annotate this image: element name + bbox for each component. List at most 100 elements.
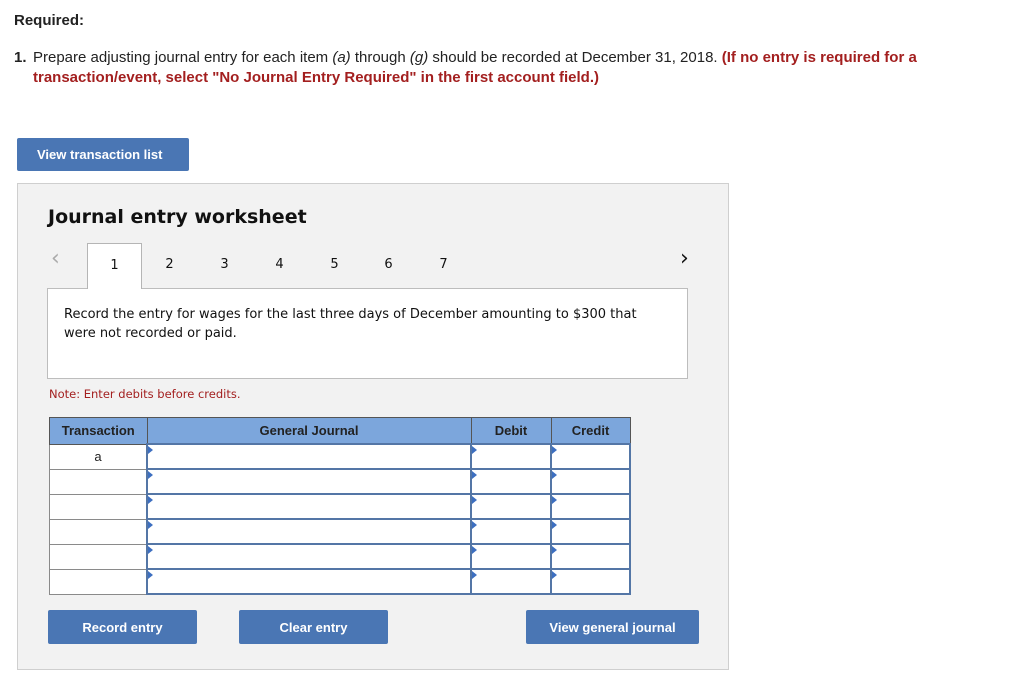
debit-cell (470, 443, 552, 470)
dropdown-marker-icon (148, 446, 153, 454)
account-input[interactable] (148, 545, 470, 568)
dropdown-marker-icon (148, 571, 153, 579)
dropdown-marker-icon (552, 521, 557, 529)
debit-input[interactable] (472, 545, 550, 568)
dropdown-marker-icon (148, 546, 153, 554)
dropdown-marker-icon (472, 546, 477, 554)
dropdown-marker-icon (148, 496, 153, 504)
transaction-cell (49, 543, 148, 570)
view-general-journal-button[interactable]: View general journal (526, 610, 699, 644)
account-cell (146, 543, 472, 570)
debit-cell (470, 518, 552, 545)
credit-input[interactable] (552, 445, 629, 468)
credit-cell (550, 518, 631, 545)
instruction-text: through (350, 49, 410, 66)
instructions: 1. Prepare adjusting journal entry for ea… (14, 48, 1019, 88)
tab-2[interactable]: 2 (142, 243, 197, 289)
chevron-right-icon[interactable]: › (680, 246, 689, 271)
item-a-ref: (a) (332, 49, 351, 66)
transaction-description: Record the entry for wages for the last … (47, 288, 688, 379)
debit-input[interactable] (472, 445, 550, 468)
dropdown-marker-icon (472, 521, 477, 529)
table-header-row: Transaction General Journal Debit Credit (49, 417, 631, 445)
table-row (49, 568, 631, 595)
credit-cell (550, 543, 631, 570)
account-cell (146, 518, 472, 545)
account-cell (146, 468, 472, 495)
dropdown-marker-icon (472, 571, 477, 579)
record-entry-button[interactable]: Record entry (48, 610, 197, 644)
instruction-number: 1. (14, 49, 27, 66)
journal-entry-worksheet: Journal entry worksheet ‹ › 1 2 3 4 5 6 … (17, 183, 729, 670)
tab-6[interactable]: 6 (361, 243, 416, 289)
journal-table: Transaction General Journal Debit Credit… (49, 417, 631, 595)
debit-cell (470, 543, 552, 570)
dropdown-marker-icon (552, 546, 557, 554)
header-general-journal: General Journal (146, 417, 472, 445)
dropdown-marker-icon (148, 521, 153, 529)
transaction-cell: a (49, 443, 148, 470)
dropdown-marker-icon (472, 496, 477, 504)
item-g-ref: (g) (409, 49, 429, 66)
header-transaction: Transaction (49, 417, 148, 445)
instruction-warning-line-2: transaction/event, select "No Journal En… (33, 69, 600, 86)
table-row (49, 468, 631, 495)
dropdown-marker-icon (552, 496, 557, 504)
account-cell (146, 493, 472, 520)
instruction-text: should be recorded at December 31, 2018. (428, 49, 722, 66)
account-input[interactable] (148, 445, 470, 468)
debit-input[interactable] (472, 520, 550, 543)
header-credit: Credit (550, 417, 631, 445)
transaction-cell (49, 468, 148, 495)
clear-entry-button[interactable]: Clear entry (239, 610, 388, 644)
credit-cell (550, 568, 631, 595)
instruction-text: Prepare adjusting journal entry for each… (33, 49, 333, 66)
dropdown-marker-icon (148, 471, 153, 479)
account-input[interactable] (148, 570, 470, 593)
required-heading: Required: (14, 12, 85, 29)
account-cell (146, 443, 472, 470)
tab-3[interactable]: 3 (197, 243, 252, 289)
dropdown-marker-icon (472, 446, 477, 454)
account-input[interactable] (148, 520, 470, 543)
table-row (49, 518, 631, 545)
credit-cell (550, 468, 631, 495)
dropdown-marker-icon (552, 571, 557, 579)
instruction-line-1: 1. Prepare adjusting journal entry for ea… (14, 48, 1019, 68)
chevron-left-icon[interactable]: ‹ (51, 246, 60, 271)
credit-input[interactable] (552, 545, 629, 568)
account-cell (146, 568, 472, 595)
debit-input[interactable] (472, 470, 550, 493)
worksheet-title: Journal entry worksheet (48, 206, 307, 228)
credit-input[interactable] (552, 570, 629, 593)
debit-input[interactable] (472, 495, 550, 518)
transaction-cell (49, 493, 148, 520)
tab-7[interactable]: 7 (416, 243, 471, 289)
dropdown-marker-icon (552, 446, 557, 454)
tab-4[interactable]: 4 (252, 243, 307, 289)
debit-cell (470, 468, 552, 495)
table-row: a (49, 443, 631, 470)
debit-input[interactable] (472, 570, 550, 593)
debit-cell (470, 568, 552, 595)
debits-note: Note: Enter debits before credits. (49, 387, 241, 401)
tab-5[interactable]: 5 (307, 243, 362, 289)
table-row (49, 493, 631, 520)
tab-1[interactable]: 1 (87, 243, 142, 289)
account-input[interactable] (148, 470, 470, 493)
credit-input[interactable] (552, 520, 629, 543)
transaction-cell (49, 568, 148, 595)
transaction-cell (49, 518, 148, 545)
debit-cell (470, 493, 552, 520)
account-input[interactable] (148, 495, 470, 518)
credit-cell (550, 493, 631, 520)
view-transaction-list-button[interactable]: View transaction list (17, 138, 189, 171)
header-debit: Debit (470, 417, 552, 445)
credit-input[interactable] (552, 495, 629, 518)
dropdown-marker-icon (552, 471, 557, 479)
credit-input[interactable] (552, 470, 629, 493)
dropdown-marker-icon (472, 471, 477, 479)
table-row (49, 543, 631, 570)
credit-cell (550, 443, 631, 470)
instruction-warning: (If no entry is required for a (721, 49, 917, 66)
